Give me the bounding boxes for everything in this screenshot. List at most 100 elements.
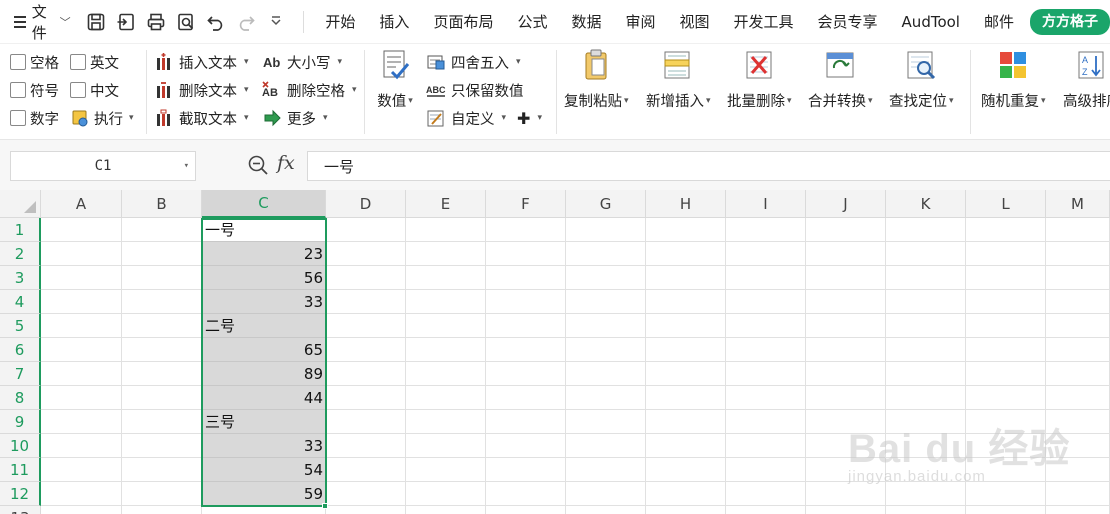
- copy-paste-button[interactable]: 复制粘贴 ▾: [564, 46, 629, 111]
- checkbox-space[interactable]: 空格: [10, 52, 70, 73]
- column-header-g[interactable]: G: [566, 190, 646, 218]
- checkbox-english[interactable]: 英文: [70, 52, 119, 73]
- checkbox-symbol[interactable]: 符号: [10, 80, 70, 101]
- column-header-f[interactable]: F: [486, 190, 566, 218]
- cell-c4[interactable]: 33: [202, 290, 326, 314]
- row-header-3[interactable]: 3: [0, 266, 41, 290]
- column-header-i[interactable]: I: [726, 190, 806, 218]
- svg-text:A: A: [1082, 55, 1088, 65]
- custom-button[interactable]: 自定义 ▾ ✚ ▾: [426, 104, 552, 132]
- tab-5[interactable]: 数据: [559, 0, 613, 44]
- round-button[interactable]: 四舍五入 ▾: [426, 48, 552, 76]
- batch-delete-button[interactable]: 批量删除 ▾: [727, 46, 792, 111]
- delete-text-button[interactable]: 删除文本 ▾: [154, 76, 256, 104]
- remove-spaces-button[interactable]: AB 删除空格 ▾: [262, 76, 362, 104]
- select-all-button[interactable]: [0, 190, 41, 218]
- column-header-b[interactable]: B: [122, 190, 202, 218]
- row-header-12[interactable]: 12: [0, 482, 41, 506]
- ribbon-divider: [146, 50, 147, 134]
- insert-new-button[interactable]: 新增插入 ▾: [646, 46, 711, 111]
- random-repeat-button[interactable]: 随机重复 ▾: [981, 46, 1046, 111]
- row-header-5[interactable]: 5: [0, 314, 41, 338]
- redo-icon[interactable]: [235, 11, 257, 33]
- cell-c12[interactable]: 59: [202, 482, 326, 506]
- merge-convert-label: 合并转换: [808, 94, 866, 110]
- checkbox-space-box[interactable]: [10, 54, 26, 70]
- number-button[interactable]: 数值 ▾: [372, 46, 418, 111]
- tab-8[interactable]: 开发工具: [722, 0, 806, 44]
- column-header-k[interactable]: K: [886, 190, 966, 218]
- cell-c1[interactable]: 一号: [202, 218, 326, 242]
- merge-convert-button[interactable]: 合并转换 ▾: [808, 46, 873, 111]
- chevron-down-icon[interactable]: ▾: [184, 161, 189, 171]
- column-header-a[interactable]: A: [41, 190, 122, 218]
- formula-input[interactable]: 一号: [307, 151, 1110, 181]
- row-header-13[interactable]: 13: [0, 506, 41, 514]
- execute-button[interactable]: 执行 ▾: [70, 108, 134, 129]
- file-menu-button[interactable]: 文件 ﹀: [0, 3, 79, 42]
- extract-text-button[interactable]: 截取文本 ▾: [154, 104, 256, 132]
- row-header-8[interactable]: 8: [0, 386, 41, 410]
- plus-icon[interactable]: ✚: [517, 109, 530, 128]
- save-icon[interactable]: [85, 11, 107, 33]
- fill-handle[interactable]: [322, 503, 328, 509]
- print-icon[interactable]: [145, 11, 167, 33]
- column-header-l[interactable]: L: [966, 190, 1046, 218]
- cell-c6[interactable]: 65: [202, 338, 326, 362]
- execute-label: 执行: [94, 111, 123, 128]
- checkbox-chinese-box[interactable]: [70, 82, 86, 98]
- row-header-10[interactable]: 10: [0, 434, 41, 458]
- tab-7[interactable]: 视图: [668, 0, 722, 44]
- tab-3[interactable]: 页面布局: [421, 0, 505, 44]
- cell-c5[interactable]: 二号: [202, 314, 326, 338]
- tab-4[interactable]: 公式: [505, 0, 559, 44]
- column-header-h[interactable]: H: [646, 190, 726, 218]
- insert-text-button[interactable]: 插入文本 ▾: [154, 48, 256, 76]
- column-header-j[interactable]: J: [806, 190, 886, 218]
- row-header-1[interactable]: 1: [0, 218, 41, 242]
- tab-9[interactable]: 会员专享: [806, 0, 890, 44]
- checkbox-english-box[interactable]: [70, 54, 86, 70]
- row-header-2[interactable]: 2: [0, 242, 41, 266]
- zoom-formula-icon[interactable]: [247, 154, 269, 176]
- case-convert-button[interactable]: Ab 大小写 ▾: [262, 48, 362, 76]
- undo-icon[interactable]: [205, 11, 227, 33]
- row-header-6[interactable]: 6: [0, 338, 41, 362]
- column-header-e[interactable]: E: [406, 190, 486, 218]
- cell-c7[interactable]: 89: [202, 362, 326, 386]
- find-locate-button[interactable]: 查找定位 ▾: [889, 46, 954, 111]
- column-header-c[interactable]: C: [202, 190, 326, 218]
- name-box[interactable]: C1 ▾: [10, 151, 196, 181]
- checkbox-chinese[interactable]: 中文: [70, 80, 119, 101]
- tab-10[interactable]: AudTool: [890, 0, 972, 44]
- checkbox-number-box[interactable]: [10, 110, 26, 126]
- tab-11[interactable]: 邮件: [972, 0, 1026, 44]
- cell-c11[interactable]: 54: [202, 458, 326, 482]
- cell-c3[interactable]: 56: [202, 266, 326, 290]
- keep-values-button[interactable]: ABC 只保留数值: [426, 76, 552, 104]
- tab-6[interactable]: 审阅: [613, 0, 667, 44]
- cell-c10[interactable]: 33: [202, 434, 326, 458]
- export-pdf-icon[interactable]: [115, 11, 137, 33]
- column-header-m[interactable]: M: [1046, 190, 1110, 218]
- chevron-down-icon: ▾: [501, 113, 507, 123]
- checkbox-number[interactable]: 数字: [10, 108, 70, 129]
- insert-function-button[interactable]: fx: [277, 152, 295, 174]
- tab-1[interactable]: 开始: [313, 0, 367, 44]
- print-preview-icon[interactable]: [175, 11, 197, 33]
- row-header-11[interactable]: 11: [0, 458, 41, 482]
- customize-dropdown-icon[interactable]: [265, 11, 287, 33]
- row-header-4[interactable]: 4: [0, 290, 41, 314]
- more-button[interactable]: 更多 ▾: [262, 104, 362, 132]
- tab-fangfang-gezi[interactable]: 方方格子: [1030, 8, 1110, 35]
- tab-2[interactable]: 插入: [367, 0, 421, 44]
- cell-c2[interactable]: 23: [202, 242, 326, 266]
- row-header-7[interactable]: 7: [0, 362, 41, 386]
- number-label: 数值: [377, 94, 407, 110]
- cell-c9[interactable]: 三号: [202, 410, 326, 434]
- row-header-9[interactable]: 9: [0, 410, 41, 434]
- cell-c8[interactable]: 44: [202, 386, 326, 410]
- advanced-sort-button[interactable]: AZ 高级排序: [1063, 46, 1110, 111]
- checkbox-symbol-box[interactable]: [10, 82, 26, 98]
- column-header-d[interactable]: D: [326, 190, 406, 218]
